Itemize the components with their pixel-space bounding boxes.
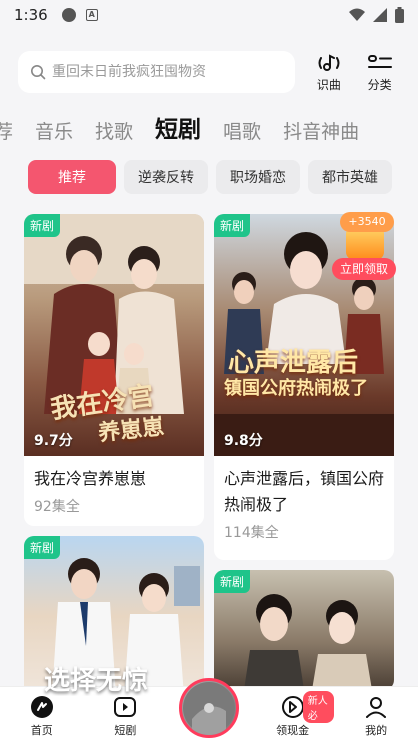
new-badge: 新剧 bbox=[24, 536, 61, 559]
status-time: 1:36 bbox=[14, 6, 48, 24]
notification-dot-icon bbox=[61, 8, 76, 22]
episode-count: 92集全 bbox=[34, 499, 80, 515]
drama-poster: 新剧 bbox=[214, 570, 394, 690]
nav-short-drama-label: 短剧 bbox=[114, 724, 137, 737]
search-icon bbox=[31, 65, 46, 80]
music-disc-icon bbox=[183, 682, 235, 735]
status-right bbox=[349, 7, 404, 23]
poster-title-line2: 镇国公府热闹极了 bbox=[224, 378, 368, 399]
search-bar[interactable] bbox=[18, 51, 295, 93]
profile-icon bbox=[366, 697, 387, 718]
nav-profile[interactable]: 我的 bbox=[334, 687, 418, 744]
chip-recommend[interactable]: 推荐 bbox=[28, 160, 116, 194]
drama-poster: 我在冷宫 养崽崽 新剧 9.7分 bbox=[24, 214, 204, 456]
rating: 9.7分 bbox=[34, 433, 73, 449]
poster-title-line1: 选择无惊 bbox=[44, 666, 149, 696]
notification-a-icon: A bbox=[85, 9, 98, 21]
new-badge: 新剧 bbox=[214, 214, 251, 237]
category-button[interactable]: 分类 bbox=[357, 52, 402, 93]
drama-title: 心声泄露后，镇国公府热闹极了 bbox=[224, 469, 385, 514]
tab-music[interactable]: 音乐 bbox=[35, 117, 73, 144]
music-recognize-icon bbox=[318, 53, 340, 71]
drama-card[interactable]: 新剧 bbox=[214, 570, 394, 690]
chip-counterattack[interactable]: 逆袭反转 bbox=[124, 160, 208, 194]
earn-cash-icon bbox=[281, 696, 304, 718]
reward-amount: +3540 bbox=[340, 212, 394, 232]
tab-short-drama[interactable]: 短剧 bbox=[155, 110, 201, 144]
nav-profile-label: 我的 bbox=[365, 724, 388, 737]
search-row: 识曲 分类 bbox=[18, 50, 402, 94]
home-icon bbox=[30, 696, 53, 718]
nav-home-label: 首页 bbox=[30, 724, 53, 737]
nav-earn-cash-label: 领现金 bbox=[276, 724, 310, 737]
tab-douyin-hits[interactable]: 抖音神曲 bbox=[283, 117, 359, 144]
tab-find-song[interactable]: 找歌 bbox=[95, 117, 133, 144]
drama-card[interactable]: 我在冷宫 养崽崽 新剧 9.7分 我在冷宫养崽崽 92集全 bbox=[24, 214, 204, 526]
new-badge: 新剧 bbox=[214, 570, 251, 593]
category-icon bbox=[367, 54, 392, 68]
new-user-badge: 新人必 bbox=[302, 691, 335, 723]
signal-icon bbox=[373, 8, 387, 22]
chip-urban-hero[interactable]: 都市英雄 bbox=[308, 160, 392, 194]
poster-title-line2: 养崽崽 bbox=[97, 413, 166, 447]
chip-workplace-romance[interactable]: 职场婚恋 bbox=[216, 160, 300, 194]
claim-button[interactable]: 立即领取 bbox=[332, 258, 396, 280]
drama-poster: 选择无惊 新剧 bbox=[24, 536, 204, 696]
tab-sing[interactable]: 唱歌 bbox=[223, 117, 261, 144]
search-input[interactable] bbox=[52, 64, 282, 80]
music-recognize-label: 识曲 bbox=[316, 77, 341, 92]
category-label: 分类 bbox=[367, 77, 392, 92]
drama-card[interactable]: 选择无惊 新剧 bbox=[24, 536, 204, 696]
episode-count: 114集全 bbox=[224, 525, 279, 541]
short-drama-icon bbox=[114, 697, 137, 717]
genre-chips: 推荐 逆袭反转 职场婚恋 都市英雄 bbox=[28, 160, 400, 194]
status-bar: 1:36 A bbox=[0, 0, 418, 30]
rating: 9.8分 bbox=[224, 433, 263, 449]
new-badge: 新剧 bbox=[24, 214, 61, 237]
battery-icon bbox=[395, 7, 404, 23]
nav-earn-cash[interactable]: 新人必 领现金 bbox=[251, 687, 335, 744]
music-recognize-button[interactable]: 识曲 bbox=[307, 52, 352, 93]
tab-recommend[interactable]: 荐 bbox=[0, 117, 13, 144]
category-tabs: 荐 音乐 找歌 短剧 唱歌 抖音神曲 bbox=[0, 104, 418, 144]
drama-title: 我在冷宫养崽崽 bbox=[34, 469, 147, 488]
app-screen: 1:36 A 识曲 分类 荐 音乐 找歌 短剧 唱歌 抖音神曲 bbox=[0, 0, 418, 744]
wifi-icon bbox=[349, 8, 365, 21]
center-music-disc-button[interactable] bbox=[179, 678, 239, 738]
